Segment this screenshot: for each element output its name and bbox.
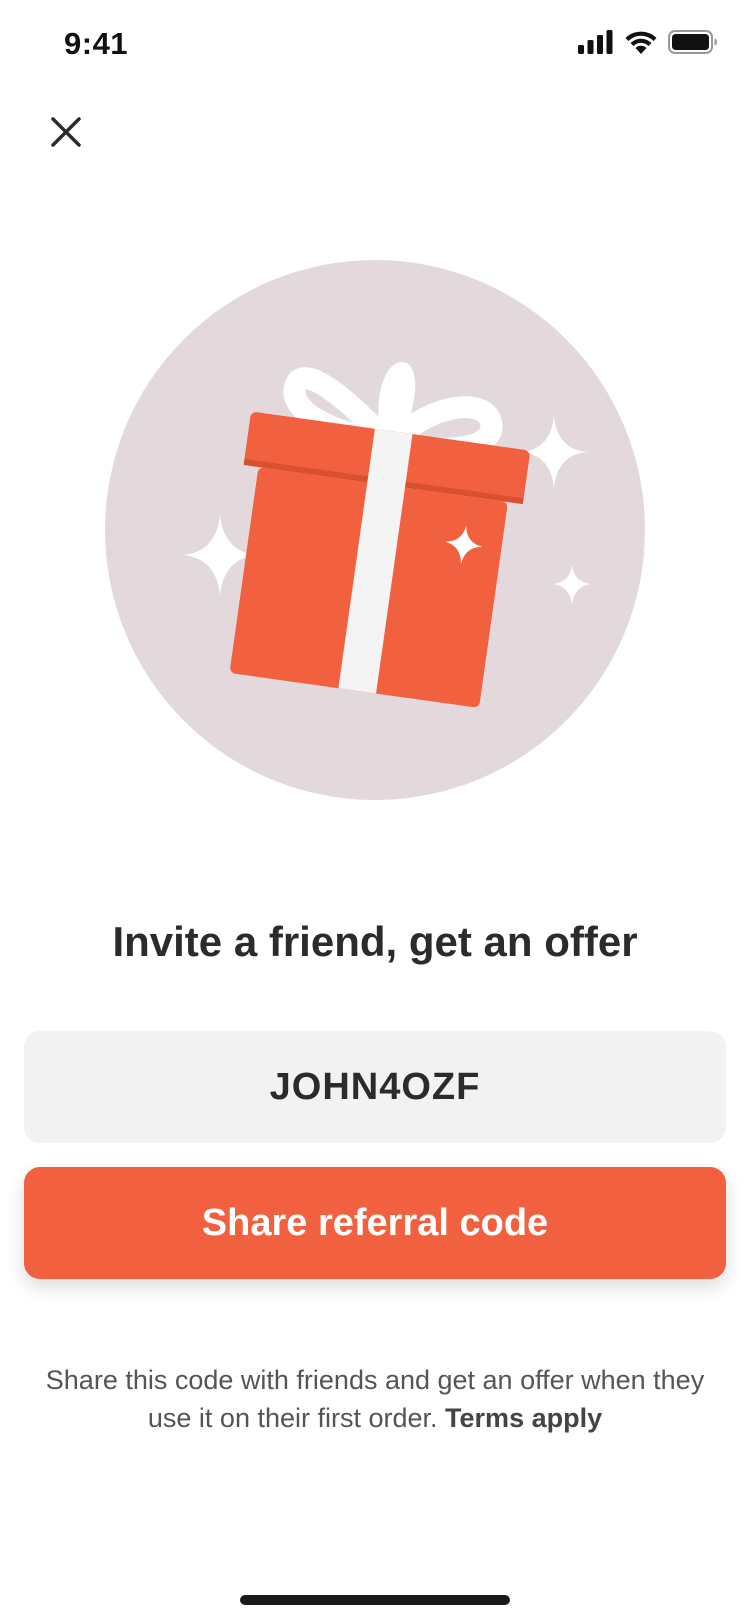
close-button[interactable] (36, 102, 96, 162)
referral-code-value: JOHN4OZF (269, 1065, 481, 1108)
terms-apply-link[interactable]: Terms apply (445, 1403, 602, 1433)
page-title: Invite a friend, get an offer (112, 918, 638, 965)
home-indicator[interactable] (240, 1595, 510, 1605)
wifi-icon (625, 31, 657, 54)
cellular-signal-icon (578, 30, 613, 54)
referral-description-text: Share this code with friends and get an … (45, 1365, 705, 1433)
referral-description: Share this code with friends and get an … (40, 1361, 710, 1437)
status-bar: 9:41 (0, 0, 750, 90)
gift-illustration (105, 260, 645, 800)
share-button-label: Share referral code (201, 1201, 549, 1244)
status-icons (578, 30, 718, 54)
referral-code-field[interactable]: JOHN4OZF (24, 1031, 726, 1143)
battery-icon (668, 30, 717, 54)
gift-icon (105, 260, 645, 800)
status-time: 9:41 (64, 26, 129, 61)
close-icon (51, 117, 81, 147)
share-referral-code-button[interactable]: Share referral code (24, 1167, 726, 1279)
